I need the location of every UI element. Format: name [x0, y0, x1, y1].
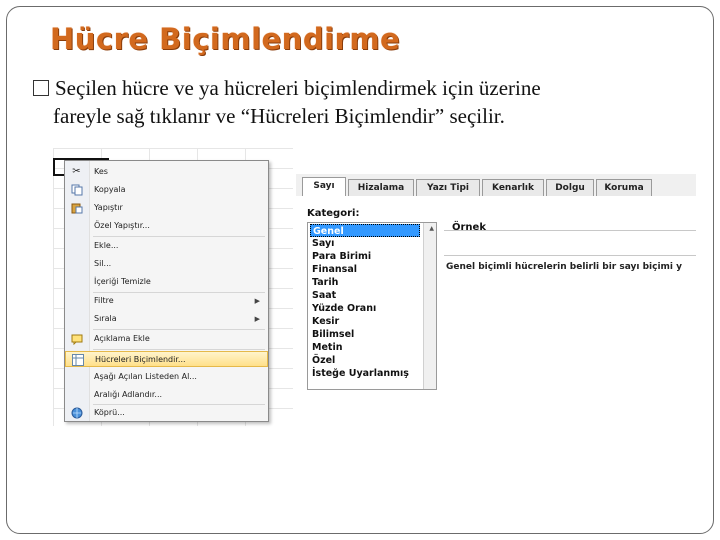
comment-icon	[70, 333, 83, 346]
category-item-date[interactable]: Tarih	[310, 276, 420, 289]
dialog-tab-bar: Sayı Hizalama Yazı Tipi Kenarlık Dolgu K…	[296, 174, 696, 197]
menu-item-filter[interactable]: Filtre ▶	[65, 293, 268, 309]
menu-item-label: Aşağı Açılan Listeden Al...	[94, 372, 197, 381]
paste-icon	[70, 202, 83, 214]
bullet-line-1: Seçilen hücre ve ya hücreleri biçimlendi…	[55, 76, 541, 100]
category-item-currency[interactable]: Para Birimi	[310, 250, 420, 263]
category-item-time[interactable]: Saat	[310, 289, 420, 302]
category-list[interactable]: Genel Sayı Para Birimi Finansal Tarih Sa…	[307, 222, 437, 390]
tab-alignment[interactable]: Hizalama	[348, 179, 414, 196]
category-item-special[interactable]: Özel	[310, 354, 420, 367]
menu-item-label: Kopyala	[94, 185, 126, 194]
bullet-line-2: fareyle sağ tıklanır ve “Hücreleri Biçim…	[53, 104, 505, 128]
menu-item-copy[interactable]: Kopyala	[65, 182, 268, 198]
tab-fill[interactable]: Dolgu	[546, 179, 594, 196]
menu-item-cut[interactable]: ✂ Kes	[65, 164, 268, 180]
slide-title: Hücre Biçimlendirme	[50, 22, 401, 56]
menu-item-insert-comment[interactable]: Açıklama Ekle	[65, 331, 268, 347]
menu-item-sort[interactable]: Sırala ▶	[65, 311, 268, 327]
menu-item-label: Filtre	[94, 296, 114, 305]
menu-item-pick-from-list[interactable]: Aşağı Açılan Listeden Al...	[65, 369, 268, 385]
menu-item-paste-special[interactable]: Özel Yapıştır...	[65, 218, 268, 234]
menu-item-label: Köprü...	[94, 408, 125, 417]
category-description: Genel biçimli hücrelerin belirli bir say…	[446, 262, 682, 272]
menu-item-label: Yapıştır	[94, 203, 123, 212]
submenu-arrow-icon: ▶	[254, 297, 260, 305]
scroll-up-icon[interactable]: ▲	[429, 225, 434, 232]
format-cells-icon	[71, 354, 84, 366]
menu-item-label: Açıklama Ekle	[94, 334, 150, 343]
menu-item-clear-contents[interactable]: İçeriği Temizle	[65, 274, 268, 290]
menu-item-name-range[interactable]: Aralığı Adlandır...	[65, 387, 268, 403]
category-item-scientific[interactable]: Bilimsel	[310, 328, 420, 341]
menu-item-label: Sırala	[94, 314, 117, 323]
menu-item-format-cells[interactable]: Hücreleri Biçimlendir...	[65, 351, 268, 367]
tab-font[interactable]: Yazı Tipi	[416, 179, 480, 196]
menu-item-label: Aralığı Adlandır...	[94, 390, 163, 399]
category-item-text[interactable]: Metin	[310, 341, 420, 354]
format-cells-dialog: Sayı Hizalama Yazı Tipi Kenarlık Dolgu K…	[296, 172, 696, 394]
menu-item-delete[interactable]: Sil...	[65, 256, 268, 272]
menu-item-paste[interactable]: Yapıştır	[65, 200, 268, 216]
category-label: Kategori:	[307, 208, 360, 219]
category-item-number[interactable]: Sayı	[310, 237, 420, 250]
tab-border[interactable]: Kenarlık	[482, 179, 544, 196]
category-item-custom[interactable]: İsteğe Uyarlanmış	[310, 367, 420, 380]
menu-item-label: Ekle...	[94, 241, 119, 250]
menu-item-label: Kes	[94, 167, 108, 176]
bullet-box-icon	[33, 80, 49, 96]
submenu-arrow-icon: ▶	[254, 315, 260, 323]
category-item-fraction[interactable]: Kesir	[310, 315, 420, 328]
menu-separator	[93, 236, 265, 237]
tab-protection[interactable]: Koruma	[596, 179, 652, 196]
category-scrollbar[interactable]: ▲	[423, 223, 436, 389]
category-item-general[interactable]: Genel	[310, 224, 420, 237]
menu-item-insert[interactable]: Ekle...	[65, 238, 268, 254]
sample-box	[444, 230, 696, 256]
dialog-body: Kategori: Genel Sayı Para Birimi Finansa…	[296, 196, 696, 394]
menu-item-label: İçeriği Temizle	[94, 277, 151, 286]
sample-label: Örnek	[452, 222, 486, 233]
tab-number[interactable]: Sayı	[302, 177, 346, 197]
menu-item-label: Özel Yapıştır...	[94, 221, 150, 230]
category-item-percentage[interactable]: Yüzde Oranı	[310, 302, 420, 315]
bullet-text: Seçilen hücre ve ya hücreleri biçimlendi…	[33, 74, 683, 130]
menu-separator	[93, 349, 265, 350]
context-menu: ✂ Kes Kopyala Yapıştır Özel Yapıştır... …	[64, 160, 269, 422]
hyperlink-icon	[70, 407, 83, 419]
menu-item-label: Hücreleri Biçimlendir...	[95, 355, 186, 364]
category-item-accounting[interactable]: Finansal	[310, 263, 420, 276]
menu-separator	[93, 329, 265, 330]
scissors-icon: ✂	[72, 166, 81, 177]
menu-item-hyperlink[interactable]: Köprü...	[65, 405, 268, 421]
menu-item-label: Sil...	[94, 259, 112, 268]
copy-icon	[70, 184, 83, 196]
